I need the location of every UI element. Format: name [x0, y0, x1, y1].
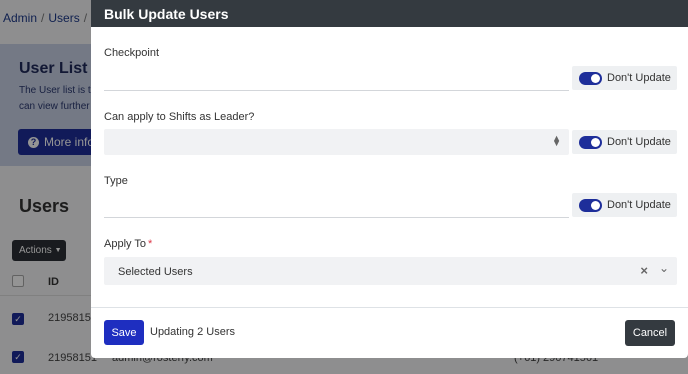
type-dont-update-toggle[interactable]: Don't Update [572, 193, 677, 217]
toggle-switch[interactable] [579, 71, 602, 85]
apply-to-value: Selected Users [118, 266, 193, 278]
footer-divider [91, 307, 688, 308]
toggle-switch[interactable] [579, 198, 602, 212]
type-input[interactable] [104, 192, 569, 218]
apply-to-label: Apply To * [104, 238, 153, 250]
bulk-update-modal: Bulk Update Users Checkpoint Don't Updat… [91, 0, 688, 358]
save-button[interactable]: Save [104, 320, 144, 345]
updating-status: Updating 2 Users [150, 326, 235, 338]
shift-leader-dont-update-toggle[interactable]: Don't Update [572, 130, 677, 154]
checkpoint-input[interactable] [104, 65, 569, 91]
required-indicator: * [148, 238, 153, 250]
type-label: Type [104, 175, 128, 187]
shift-leader-label: Can apply to Shifts as Leader? [104, 111, 255, 123]
checkpoint-dont-update-toggle[interactable]: Don't Update [572, 66, 677, 90]
apply-to-select[interactable]: Selected Users × ⌄ [104, 257, 677, 285]
checkpoint-label: Checkpoint [104, 47, 160, 59]
cancel-button[interactable]: Cancel [625, 320, 675, 346]
clear-icon[interactable]: × [640, 263, 648, 278]
shift-leader-select[interactable]: ▲ ▼ [104, 129, 569, 155]
chevron-down-icon[interactable]: ⌄ [659, 261, 669, 275]
select-arrows-icon: ▲ ▼ [552, 133, 561, 148]
modal-title: Bulk Update Users [91, 0, 688, 27]
toggle-switch[interactable] [579, 135, 602, 149]
